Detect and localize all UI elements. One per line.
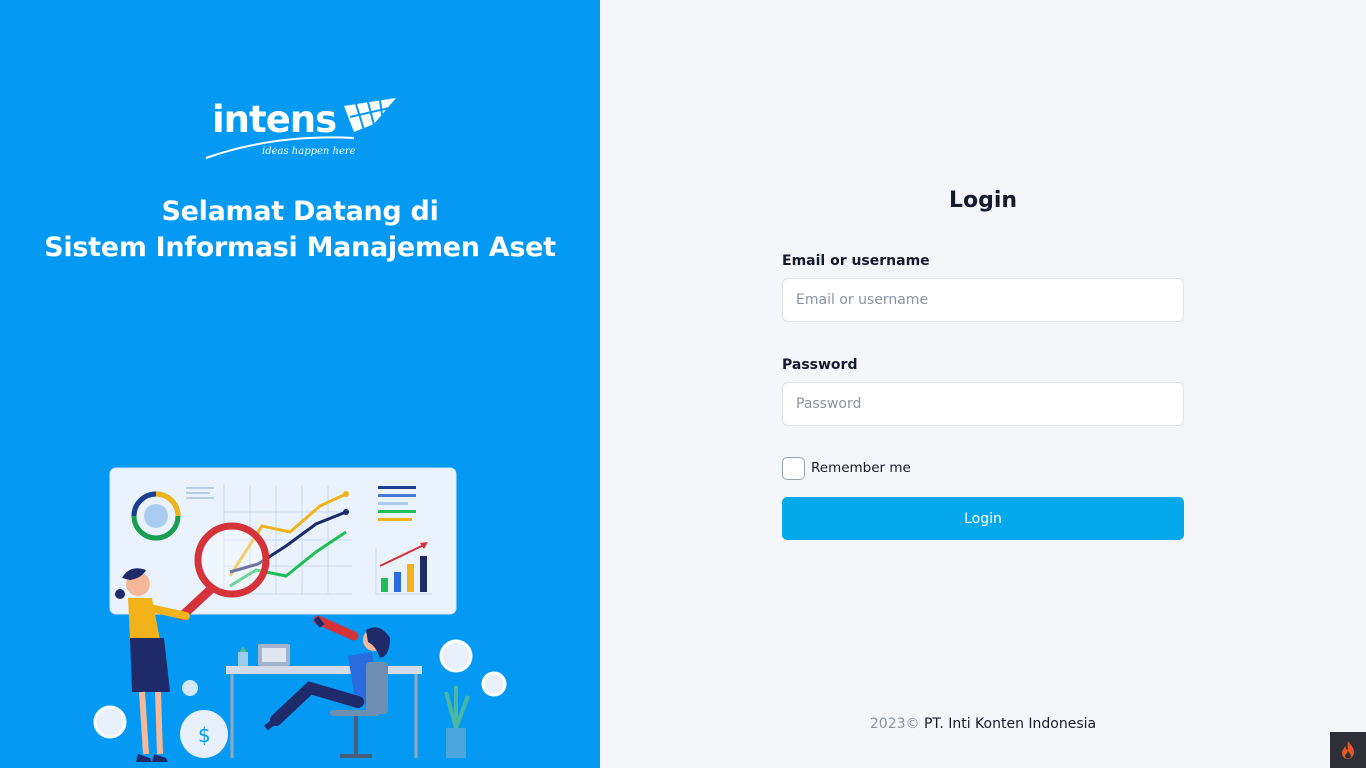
remember-me-checkbox[interactable] (782, 456, 805, 480)
footer: 2023© PT. Inti Konten Indonesia (600, 716, 1366, 732)
password-label: Password (782, 357, 858, 373)
login-form: Email or username Password Remember me L… (782, 250, 1184, 540)
svg-text:$: $ (198, 723, 211, 747)
email-label: Email or username (782, 253, 930, 269)
logo-wordmark: intens (212, 98, 337, 141)
login-title: Login (948, 188, 1018, 213)
password-group: Password (782, 354, 1184, 426)
flame-icon-button[interactable] (1330, 732, 1366, 768)
analytics-illustration: $ (93, 467, 507, 762)
footer-company: PT. Inti Konten Indonesia (923, 716, 1097, 732)
login-button[interactable]: Login (782, 497, 1184, 540)
welcome-heading: Selamat Datang di Sistem Informasi Manaj… (0, 194, 600, 266)
remember-me-row: Remember me (782, 456, 1184, 480)
remember-me-label[interactable]: Remember me (811, 460, 911, 476)
right-panel: Login Email or username Password Remembe… (600, 0, 1366, 768)
left-panel: intens ideas happen here Selamat Datang … (0, 0, 600, 768)
password-input[interactable] (782, 382, 1184, 426)
logo-tagline: ideas happen here (262, 146, 356, 157)
brand-logo: intens ideas happen here (204, 96, 400, 162)
welcome-line-1: Selamat Datang di (161, 196, 439, 227)
welcome-line-2: Sistem Informasi Manajemen Aset (44, 232, 556, 263)
footer-year: 2023© (869, 716, 920, 732)
flame-icon (1342, 741, 1354, 759)
email-input[interactable] (782, 278, 1184, 322)
